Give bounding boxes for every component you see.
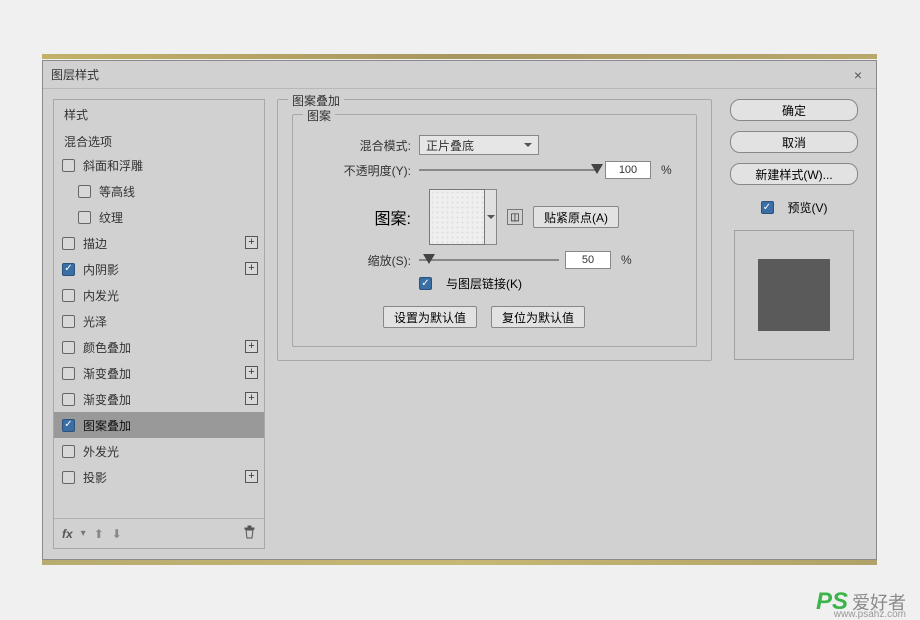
plus-icon[interactable]: + [245, 236, 258, 249]
plus-icon[interactable]: + [245, 262, 258, 275]
style-item-7[interactable]: 颜色叠加 + [54, 334, 264, 360]
close-icon[interactable]: × [848, 65, 868, 85]
style-item-label: 等高线 [99, 183, 135, 200]
plus-icon[interactable]: + [245, 470, 258, 483]
style-item-label: 斜面和浮雕 [83, 157, 143, 174]
scale-slider[interactable] [419, 253, 559, 267]
style-checkbox[interactable] [62, 237, 75, 250]
snap-origin-button[interactable]: 贴紧原点(A) [533, 206, 619, 228]
preview-box [734, 230, 854, 360]
plus-icon[interactable]: + [245, 340, 258, 353]
set-default-button[interactable]: 设置为默认值 [383, 306, 477, 328]
reset-default-button[interactable]: 复位为默认值 [491, 306, 585, 328]
style-checkbox[interactable] [78, 211, 91, 224]
opacity-label: 不透明度(Y): [311, 162, 411, 179]
blend-mode-label: 混合模式: [311, 137, 411, 154]
style-checkbox[interactable] [62, 367, 75, 380]
style-item-5[interactable]: 内发光 [54, 282, 264, 308]
trash-icon[interactable] [243, 525, 256, 542]
style-checkbox[interactable] [62, 159, 75, 172]
plus-icon[interactable]: + [245, 392, 258, 405]
watermark-url: www.psahz.com [834, 609, 906, 620]
style-item-0[interactable]: 斜面和浮雕 [54, 152, 264, 178]
style-item-label: 外发光 [83, 443, 119, 460]
preview-checkbox[interactable] [761, 201, 774, 214]
scale-input[interactable]: 50 [565, 251, 611, 269]
style-checkbox[interactable] [62, 263, 75, 276]
blend-options-header[interactable]: 混合选项 [54, 125, 264, 152]
pattern-group: 图案 混合模式: 正片叠底 不透明度(Y): [292, 114, 697, 347]
chevron-down-icon[interactable]: ▾ [81, 528, 86, 539]
action-panel: 确定 取消 新建样式(W)... 预览(V) [724, 99, 864, 549]
pattern-overlay-group: 图案叠加 图案 混合模式: 正片叠底 不透明度(Y): [277, 99, 712, 361]
arrow-down-icon[interactable]: ⬇ [112, 527, 122, 541]
new-style-button[interactable]: 新建样式(W)... [730, 163, 858, 185]
style-item-label: 描边 [83, 235, 107, 252]
style-item-1[interactable]: 等高线 [54, 178, 264, 204]
style-checkbox[interactable] [78, 185, 91, 198]
styles-header[interactable]: 样式 [54, 100, 264, 125]
titlebar: 图层样式 × [43, 61, 876, 89]
opacity-slider[interactable] [419, 163, 599, 177]
style-checkbox[interactable] [62, 445, 75, 458]
styles-list-panel: 样式 混合选项 斜面和浮雕等高线纹理描边 + 内阴影 + 内发光光泽颜色叠加 + 渐变叠加 +… [53, 99, 265, 549]
dialog-title: 图层样式 [51, 66, 99, 83]
cancel-button[interactable]: 取消 [730, 131, 858, 153]
inner-title: 图案 [303, 107, 335, 124]
style-item-11[interactable]: 外发光 [54, 438, 264, 464]
style-checkbox[interactable] [62, 289, 75, 302]
link-layer-checkbox[interactable] [419, 277, 432, 290]
style-item-2[interactable]: 纹理 [54, 204, 264, 230]
style-item-3[interactable]: 描边 + [54, 230, 264, 256]
style-item-label: 颜色叠加 [83, 339, 131, 356]
fx-icon[interactable]: fx [62, 527, 73, 541]
style-item-label: 渐变叠加 [83, 391, 131, 408]
scale-label: 缩放(S): [311, 252, 411, 269]
preview-swatch [758, 259, 830, 331]
ok-button[interactable]: 确定 [730, 99, 858, 121]
pattern-label: 图案: [311, 205, 411, 229]
style-item-label: 光泽 [83, 313, 107, 330]
preview-label: 预览(V) [788, 199, 828, 216]
plus-icon[interactable]: + [245, 366, 258, 379]
style-item-6[interactable]: 光泽 [54, 308, 264, 334]
style-checkbox[interactable] [62, 341, 75, 354]
new-pattern-icon[interactable]: ◫ [507, 209, 523, 225]
style-checkbox[interactable] [62, 471, 75, 484]
style-item-12[interactable]: 投影 + [54, 464, 264, 490]
style-item-label: 纹理 [99, 209, 123, 226]
arrow-up-icon[interactable]: ⬆ [94, 527, 104, 541]
style-item-label: 内阴影 [83, 261, 119, 278]
style-item-label: 投影 [83, 469, 107, 486]
style-checkbox[interactable] [62, 419, 75, 432]
style-checkbox[interactable] [62, 393, 75, 406]
blend-mode-select[interactable]: 正片叠底 [419, 135, 539, 155]
style-item-9[interactable]: 渐变叠加 + [54, 386, 264, 412]
pattern-thumbnail[interactable] [429, 189, 485, 245]
style-item-label: 图案叠加 [83, 417, 131, 434]
style-item-8[interactable]: 渐变叠加 + [54, 360, 264, 386]
styles-footer: fx ▾ ⬆ ⬇ [54, 518, 264, 548]
style-item-label: 内发光 [83, 287, 119, 304]
settings-panel: 图案叠加 图案 混合模式: 正片叠底 不透明度(Y): [277, 99, 712, 549]
layer-style-dialog: 图层样式 × 样式 混合选项 斜面和浮雕等高线纹理描边 + 内阴影 + 内发光光泽颜色叠… [42, 60, 877, 560]
opacity-input[interactable]: 100 [605, 161, 651, 179]
style-item-label: 渐变叠加 [83, 365, 131, 382]
link-layer-label: 与图层链接(K) [446, 275, 522, 292]
pattern-picker-icon[interactable] [485, 189, 497, 245]
style-item-10[interactable]: 图案叠加 [54, 412, 264, 438]
style-item-4[interactable]: 内阴影 + [54, 256, 264, 282]
style-checkbox[interactable] [62, 315, 75, 328]
